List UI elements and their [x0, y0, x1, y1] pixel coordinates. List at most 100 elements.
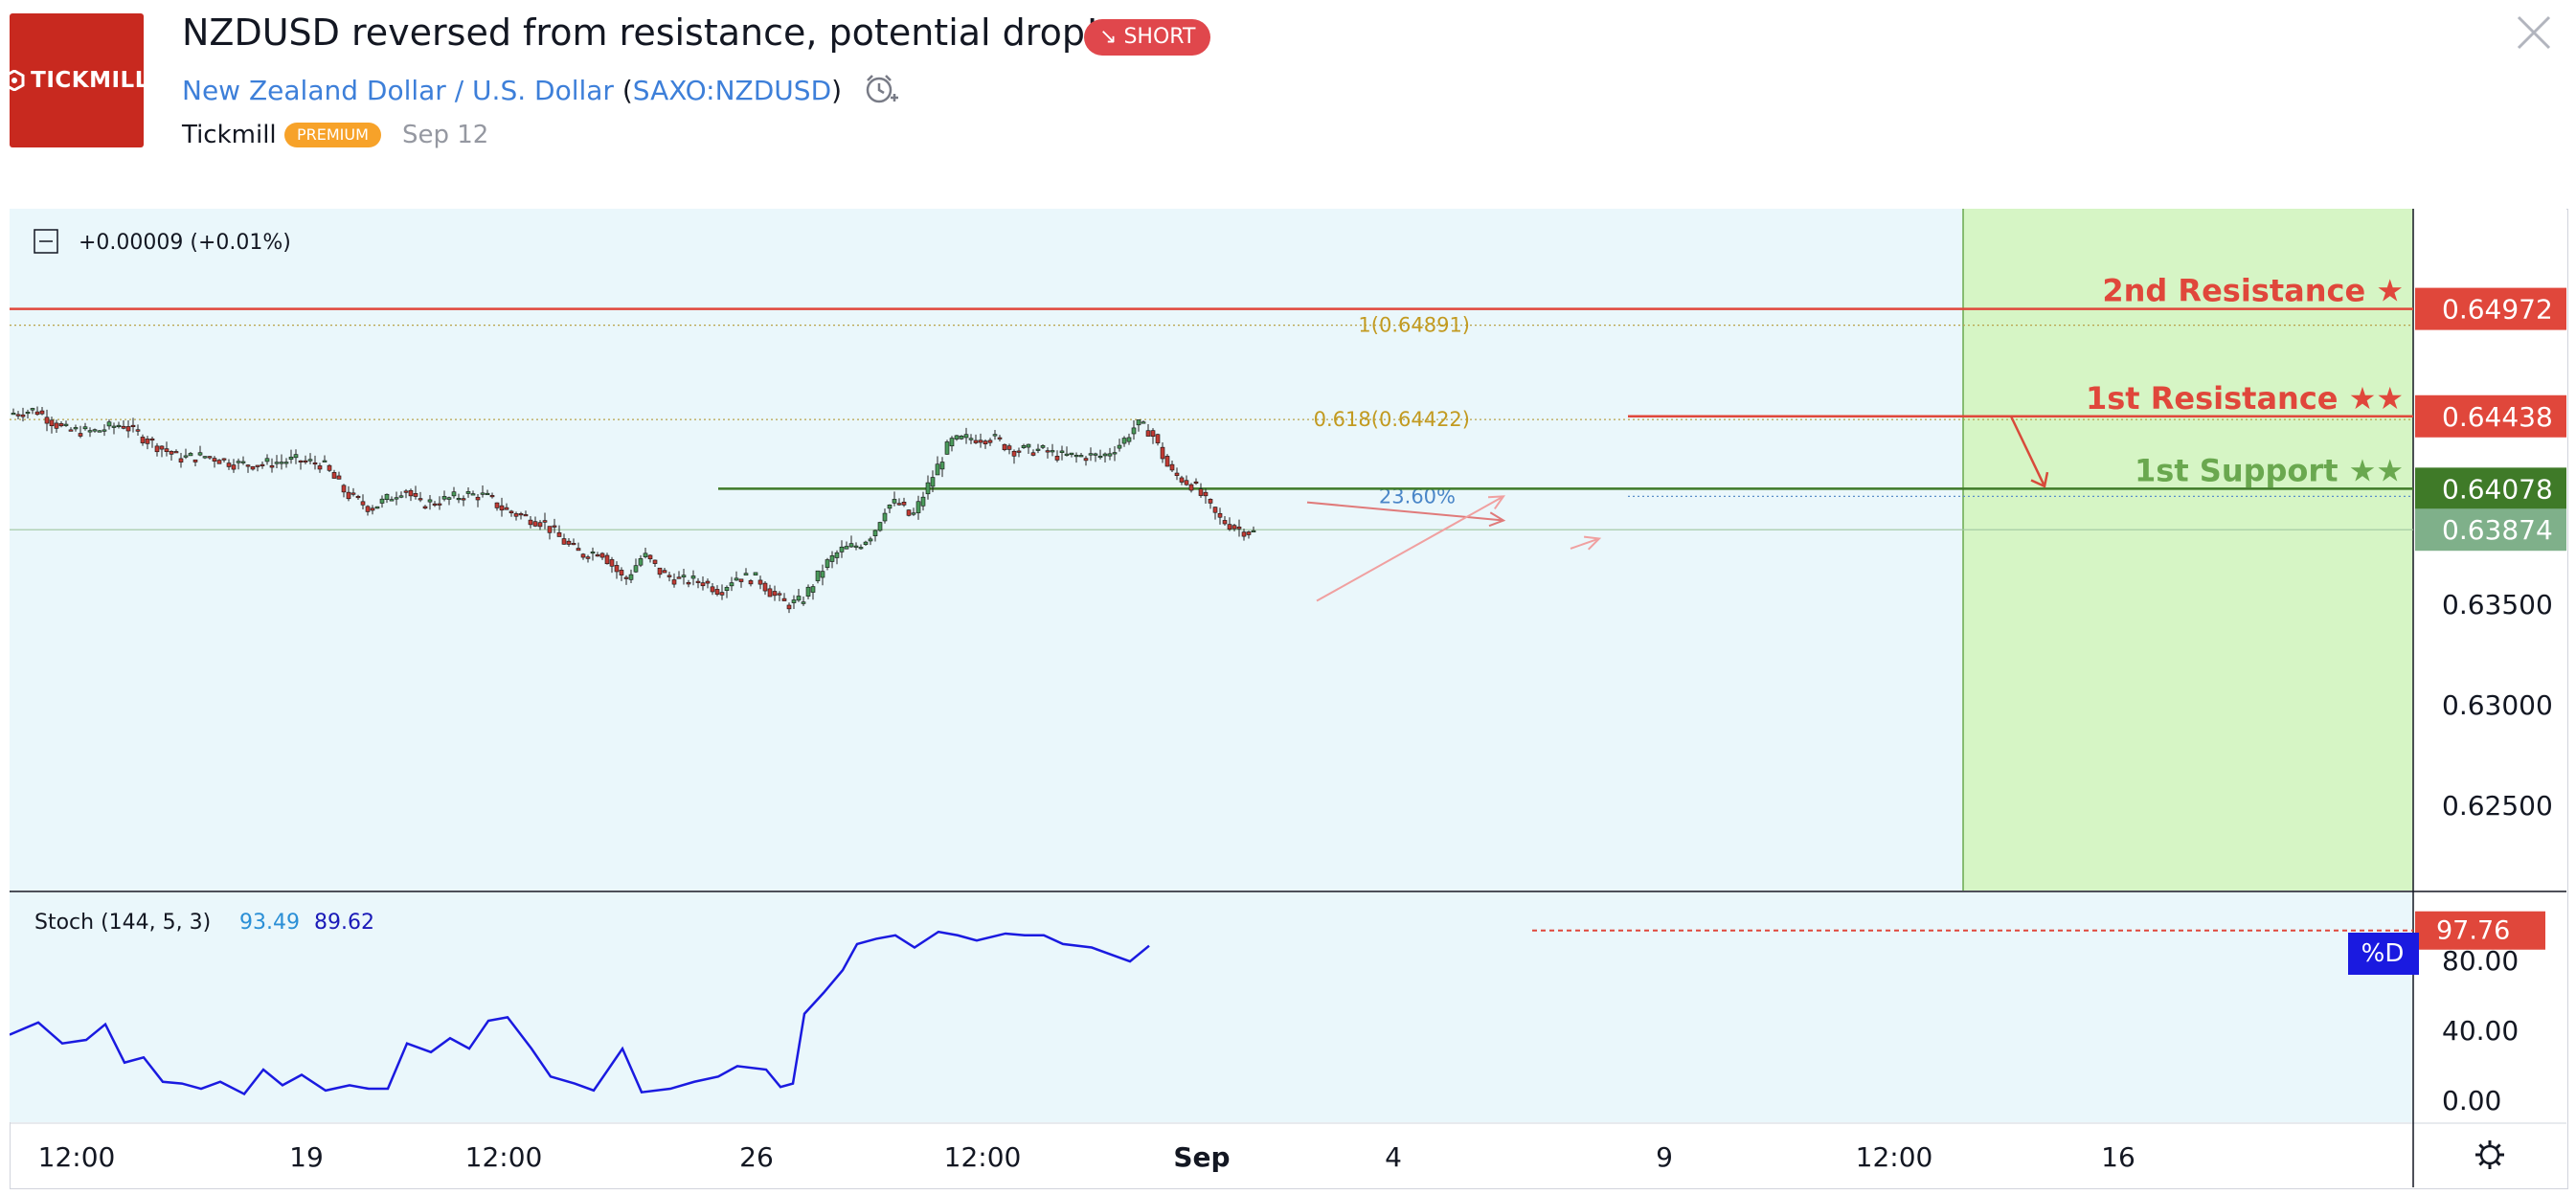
candle-body	[911, 512, 916, 515]
candle-body	[336, 475, 342, 480]
candle-body	[106, 421, 112, 427]
candle-body	[1198, 488, 1204, 496]
candle-body	[365, 506, 371, 512]
candle-body	[288, 456, 294, 460]
candle-body	[92, 429, 98, 432]
price-tag: 0.64078	[2442, 473, 2553, 505]
author-name[interactable]: Tickmill	[182, 121, 277, 149]
candle-body	[667, 575, 672, 577]
candle-body	[384, 493, 390, 501]
candle-body	[853, 545, 859, 548]
candle-body	[805, 586, 811, 597]
candle-body	[432, 503, 438, 506]
candle-body	[116, 424, 122, 427]
stoch-tick: 80.00	[2442, 945, 2519, 977]
candle-body	[614, 565, 620, 573]
candle-body	[781, 598, 787, 601]
candle-body	[542, 520, 548, 523]
candle-body	[844, 546, 849, 550]
candle-body	[1246, 531, 1252, 535]
price-tick: 0.63500	[2442, 589, 2553, 620]
tickmill-mark-icon	[4, 70, 25, 91]
candle-body	[743, 573, 749, 575]
alarm-clock-icon[interactable]	[862, 71, 900, 114]
candle-body	[552, 525, 557, 528]
candle-body	[240, 461, 246, 463]
candle-body	[140, 437, 146, 443]
candle-body	[446, 497, 452, 500]
candle-body	[44, 417, 50, 424]
candle-body	[39, 410, 45, 415]
candle-body	[863, 541, 869, 545]
candle-body	[154, 445, 160, 453]
close-icon[interactable]	[2515, 13, 2553, 56]
candle-body	[78, 433, 83, 437]
candle-body	[1016, 450, 1022, 453]
candle-body	[260, 463, 265, 466]
candle-body	[54, 422, 59, 429]
candle-body	[676, 576, 682, 579]
candle-body	[298, 460, 304, 462]
candle-body	[939, 462, 945, 470]
candle-body	[1064, 453, 1070, 456]
candle-body	[173, 451, 179, 454]
tickmill-logo[interactable]: TICKMILL	[4, 13, 148, 147]
candle-body	[829, 555, 835, 562]
candle-body	[997, 437, 1003, 440]
candle-body	[1069, 452, 1074, 456]
stoch-level-tag: 97.76	[2436, 916, 2510, 946]
candle-body	[1241, 531, 1247, 537]
candle-body	[82, 426, 88, 430]
level-label: 1st Support ★★	[2135, 452, 2404, 488]
candle-body	[494, 502, 500, 508]
candle-body	[643, 552, 648, 557]
candle-body	[221, 458, 227, 461]
candle-body	[748, 580, 754, 585]
price-chart[interactable]: 1(0.64891)0.618(0.64422)23.60%2nd Resist…	[10, 209, 2566, 1187]
time-tick: 26	[739, 1141, 774, 1173]
candle-body	[379, 498, 385, 504]
candle-body	[523, 514, 529, 517]
candle-body	[657, 567, 663, 575]
candle-body	[700, 582, 706, 587]
candle-body	[513, 513, 519, 517]
candle-body	[1203, 491, 1209, 497]
candle-body	[231, 464, 237, 470]
candle-body	[1006, 445, 1012, 450]
candle-body	[20, 414, 26, 417]
candle-body	[1251, 530, 1256, 532]
candle-body	[576, 548, 581, 552]
candle-body	[73, 427, 79, 430]
candle-body	[628, 574, 634, 580]
time-tick: 19	[289, 1141, 324, 1173]
candle-body	[724, 587, 730, 591]
candle-body	[978, 440, 983, 443]
candle-body	[585, 556, 591, 559]
price-tag: 0.64972	[2442, 294, 2553, 326]
candle-body	[130, 424, 136, 427]
time-tick: 12:00	[465, 1141, 543, 1173]
logo-text: TICKMILL	[31, 68, 149, 93]
candle-body	[872, 530, 878, 536]
candle-body	[1102, 453, 1108, 457]
candle-body	[355, 495, 361, 499]
candle-body	[317, 465, 323, 470]
candle-body	[255, 464, 260, 467]
candle-body	[1227, 524, 1232, 530]
candle-body	[216, 460, 222, 464]
symbol-code-link[interactable]: SAXO:NZDUSD	[633, 75, 831, 106]
arrow-down-right-icon: ↘	[1099, 25, 1118, 49]
candle-body	[508, 510, 514, 514]
candle-body	[451, 491, 457, 497]
symbol-name-link[interactable]: New Zealand Dollar / U.S. Dollar	[182, 75, 614, 106]
candle-body	[236, 461, 241, 463]
candle-body	[49, 419, 55, 427]
short-badge-label: SHORT	[1123, 25, 1196, 49]
candle-body	[1021, 445, 1027, 448]
short-badge: ↘ SHORT	[1084, 19, 1211, 56]
candle-body	[1208, 499, 1213, 504]
stoch-d-value: 89.62	[314, 911, 374, 935]
candle-body	[1035, 448, 1041, 451]
candle-body	[1232, 525, 1237, 530]
candle-body	[772, 591, 778, 597]
